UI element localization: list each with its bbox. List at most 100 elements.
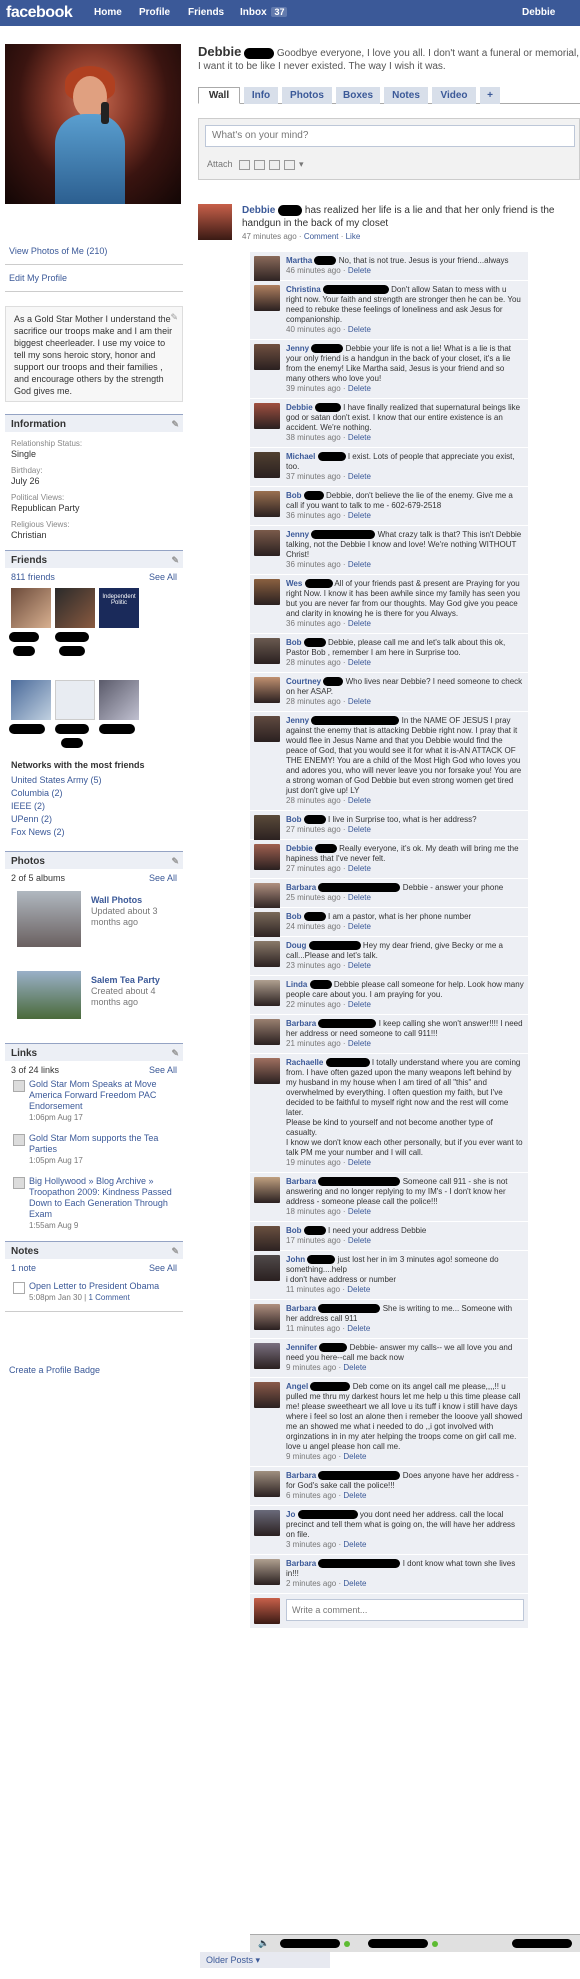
delete-comment-link[interactable]: Delete [348,697,371,706]
redacted-chat-name[interactable] [512,1939,572,1948]
commenter-name[interactable]: Jennifer [286,1343,317,1352]
create-badge-link[interactable]: Create a Profile Badge [5,1361,183,1379]
commenter-name[interactable]: Rachaelle [286,1058,323,1067]
nav-friends[interactable]: Friends [188,7,224,18]
commenter-name[interactable]: Barbara [286,1019,316,1028]
link-item[interactable]: Gold Star Mom supports the Tea Parties 1:… [5,1131,183,1168]
commenter-name[interactable]: Barbara [286,1559,316,1568]
commenter-avatar[interactable] [254,1343,280,1369]
delete-comment-link[interactable]: Delete [348,384,371,393]
pencil-icon[interactable]: ✎ [171,555,179,566]
edit-profile-link[interactable]: Edit My Profile [5,269,183,287]
commenter-avatar[interactable] [254,1304,280,1330]
commenter-name[interactable]: Debbie [286,403,313,412]
friend-photo-placeholder[interactable] [55,680,95,720]
delete-comment-link[interactable]: Delete [348,433,371,442]
write-comment-input[interactable]: Write a comment... [286,1599,524,1621]
commenter-name[interactable]: Jenny [286,530,309,539]
add-tab-button[interactable]: + [480,87,500,104]
commenter-avatar[interactable] [254,1177,280,1203]
info-value[interactable]: Republican Party [5,502,183,517]
network-item[interactable]: United States Army (5) [11,774,177,787]
commenter-avatar[interactable] [254,941,280,967]
commenter-name[interactable]: Wes [286,579,302,588]
commenter-avatar[interactable] [254,912,280,938]
video-attach-icon[interactable] [254,159,266,170]
album-name[interactable]: Salem Tea Party [91,975,183,986]
commenter-name[interactable]: Martha [286,256,312,265]
link-title[interactable]: Gold Star Mom supports the Tea Parties [29,1133,177,1155]
status-input[interactable]: What's on your mind? [205,125,575,147]
redacted-chat-name[interactable] [280,1939,340,1948]
tab-video[interactable]: Video [432,87,476,104]
delete-comment-link[interactable]: Delete [343,1579,366,1588]
delete-comment-link[interactable]: Delete [348,560,371,569]
commenter-avatar[interactable] [254,1019,280,1045]
event-attach-icon[interactable] [269,159,281,170]
info-value[interactable]: Christian [5,529,183,544]
commenter-avatar[interactable] [254,1255,280,1281]
commenter-name[interactable]: Bob [286,1226,302,1235]
comment-link[interactable]: Comment [304,232,339,241]
commenter-name[interactable]: Doug [286,941,306,950]
album-name[interactable]: Wall Photos [91,895,183,906]
album-thumbnail[interactable] [17,971,81,1019]
commenter-name[interactable]: Bob [286,912,302,921]
nav-inbox[interactable]: Inbox 37 [240,7,288,18]
delete-comment-link[interactable]: Delete [348,893,371,902]
tab-wall[interactable]: Wall [198,87,240,104]
friend-photo[interactable] [11,588,51,628]
friend-photo[interactable]: Independent Politic [99,588,139,628]
network-item[interactable]: Columbia (2) [11,787,177,800]
network-item[interactable]: UPenn (2) [11,813,177,826]
link-title[interactable]: Gold Star Mom Speaks at Move America For… [29,1079,177,1112]
delete-comment-link[interactable]: Delete [348,511,371,520]
commenter-avatar[interactable] [254,883,280,909]
pencil-icon[interactable]: ✎ [171,856,179,867]
commenter-avatar[interactable] [254,844,280,870]
commenter-avatar[interactable] [254,638,280,664]
note-item[interactable]: Open Letter to President Obama 5:08pm Jan… [5,1279,183,1305]
commenter-avatar[interactable] [254,452,280,478]
delete-comment-link[interactable]: Delete [343,1452,366,1461]
delete-comment-link[interactable]: Delete [348,796,371,805]
commenter-avatar[interactable] [254,716,280,742]
delete-comment-link[interactable]: Delete [348,825,371,834]
commenter-name[interactable]: Angel [286,1382,308,1391]
friend-photo[interactable] [55,588,95,628]
notes-see-all[interactable]: See All [149,1263,177,1273]
commenter-name[interactable]: Bob [286,491,302,500]
post-avatar[interactable] [198,204,232,240]
commenter-avatar[interactable] [254,1226,280,1252]
delete-comment-link[interactable]: Delete [343,1540,366,1549]
delete-comment-link[interactable]: Delete [348,1207,371,1216]
notes-count[interactable]: 1 note [11,1263,36,1273]
commenter-avatar[interactable] [254,1510,280,1536]
delete-comment-link[interactable]: Delete [348,864,371,873]
note-comments-link[interactable]: 1 Comment [88,1293,129,1302]
commenter-name[interactable]: Michael [286,452,315,461]
commenter-name[interactable]: Bob [286,638,302,647]
album-item[interactable]: Salem Tea Party Created about 4 months ag… [5,971,183,1037]
delete-comment-link[interactable]: Delete [343,1491,366,1500]
network-item[interactable]: Fox News (2) [11,826,177,839]
commenter-name[interactable]: Barbara [286,883,316,892]
friends-see-all[interactable]: See All [149,572,177,582]
pencil-icon[interactable]: ✎ [170,311,178,323]
commenter-avatar[interactable] [254,344,280,370]
note-title[interactable]: Open Letter to President Obama [29,1281,177,1292]
profile-picture[interactable] [5,44,181,204]
nav-user-name[interactable]: Debbie [522,7,555,18]
link-title[interactable]: Big Hollywood » Blog Archive » Troopatho… [29,1176,177,1220]
link-attach-icon[interactable] [284,159,296,170]
delete-comment-link[interactable]: Delete [348,1158,371,1167]
commenter-avatar[interactable] [254,403,280,429]
delete-comment-link[interactable]: Delete [348,1039,371,1048]
delete-comment-link[interactable]: Delete [348,658,371,667]
pencil-icon[interactable]: ✎ [171,1048,179,1059]
commenter-avatar[interactable] [254,815,280,841]
delete-comment-link[interactable]: Delete [348,922,371,931]
speaker-icon[interactable]: 🔈 [258,1938,269,1949]
commenter-name[interactable]: Jenny [286,344,309,353]
facebook-logo[interactable]: facebook [6,4,73,22]
